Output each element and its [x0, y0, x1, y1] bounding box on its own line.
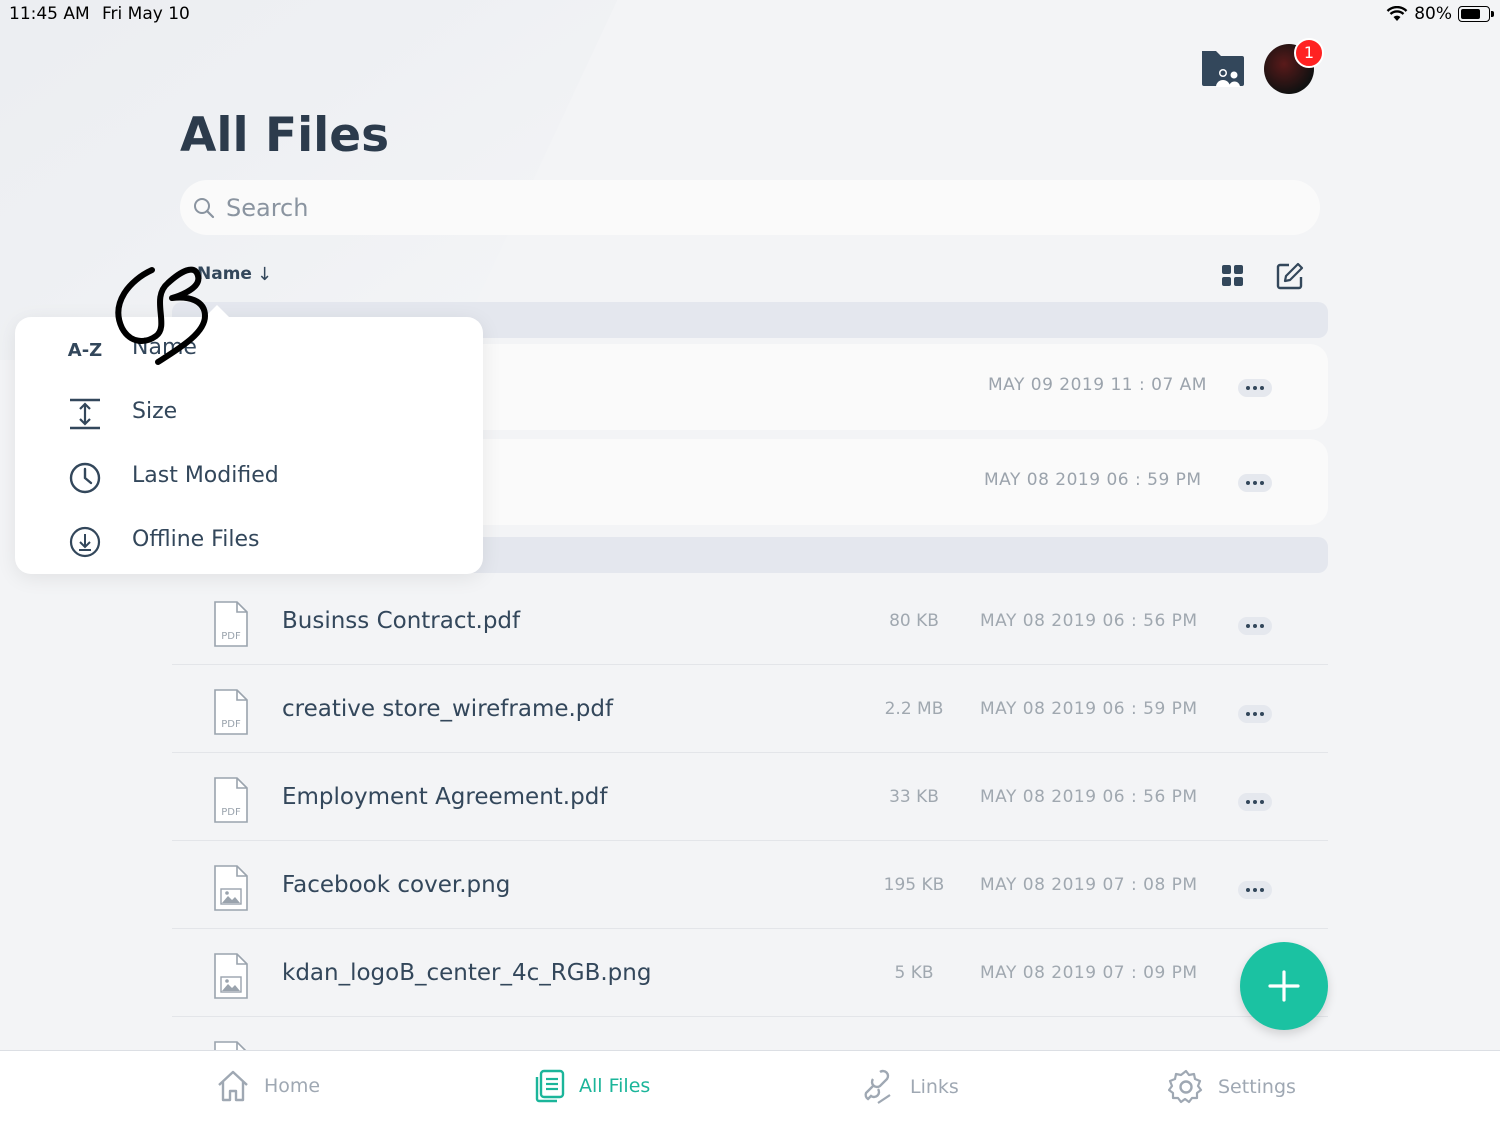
- pdf-file-icon: PDF: [214, 601, 248, 647]
- pdf-file-icon: PDF: [214, 689, 248, 735]
- folder-date: MAY 08 2019 06 : 59 PM: [984, 470, 1202, 490]
- file-name: kdan_logoB_center_4c_RGB.png: [282, 960, 652, 986]
- shared-folder-icon[interactable]: [1200, 47, 1246, 91]
- tab-all-files[interactable]: All Files: [533, 1069, 650, 1103]
- more-options-button[interactable]: [1238, 474, 1272, 492]
- download-circle-icon: [67, 525, 103, 559]
- file-name: creative store_wireframe.pdf: [282, 696, 614, 722]
- more-options-button[interactable]: [1238, 379, 1272, 397]
- home-icon: [218, 1070, 248, 1102]
- file-row[interactable]: Facebook cover.png 195 KB MAY 08 2019 07…: [172, 840, 1328, 929]
- file-size: 2.2 MB: [884, 699, 944, 719]
- battery-icon: [1458, 6, 1494, 22]
- gear-icon: [1168, 1069, 1203, 1104]
- search-bar[interactable]: [180, 180, 1320, 235]
- file-row[interactable]: PDF Employment Agreement.pdf 33 KB MAY 0…: [172, 752, 1328, 841]
- clock-icon: [67, 461, 103, 495]
- status-right: 80%: [1386, 4, 1494, 24]
- grid-view-icon[interactable]: [1222, 265, 1244, 287]
- file-name: Facebook cover.png: [282, 872, 511, 898]
- sort-option-size[interactable]: Size: [15, 381, 483, 445]
- more-options-button[interactable]: [1238, 793, 1272, 811]
- menu-item-label: Size: [132, 399, 178, 424]
- file-name: Businss Contract.pdf: [282, 608, 521, 634]
- tab-home[interactable]: Home: [216, 1069, 320, 1103]
- more-options-button[interactable]: [1238, 705, 1272, 723]
- tab-label: Settings: [1218, 1076, 1296, 1098]
- file-name: Employment Agreement.pdf: [282, 784, 608, 810]
- sort-option-last-modified[interactable]: Last Modified: [15, 445, 483, 509]
- file-date: MAY 08 2019 07 : 08 PM: [980, 875, 1198, 895]
- size-icon: [67, 397, 103, 431]
- pdf-label: PDF: [221, 807, 241, 818]
- tab-links[interactable]: Links: [864, 1069, 959, 1105]
- folder-date: MAY 09 2019 11 : 07 AM: [988, 375, 1207, 395]
- status-date: Fri May 10: [102, 4, 190, 24]
- file-size: 195 KB: [883, 875, 945, 895]
- file-date: MAY 08 2019 07 : 09 PM: [980, 963, 1198, 983]
- menu-item-label: Offline Files: [132, 527, 260, 552]
- status-bar: 11:45 AM Fri May 10 80%: [0, 0, 1500, 30]
- header-actions: 1: [1200, 38, 1324, 94]
- sort-bar: Name ↓: [180, 262, 1320, 292]
- sort-option-name[interactable]: A-Z Name: [15, 317, 483, 381]
- file-row[interactable]: PDF Businss Contract.pdf 80 KB MAY 08 20…: [172, 576, 1328, 665]
- file-size: 5 KB: [894, 963, 934, 983]
- sort-direction-icon[interactable]: ↓: [257, 264, 272, 285]
- tab-settings[interactable]: Settings: [1168, 1069, 1296, 1105]
- scribble-annotation: [115, 266, 208, 365]
- file-row[interactable]: kdan_logoB_center_4c_RGB.png 5 KB MAY 08…: [172, 928, 1328, 1017]
- search-icon: [194, 197, 215, 218]
- file-size: 33 KB: [889, 787, 939, 807]
- files-icon: [535, 1069, 565, 1103]
- pdf-label: PDF: [221, 631, 241, 642]
- sort-menu: A-Z Name Size Last Modified Offline File…: [15, 305, 483, 574]
- wifi-icon: [1386, 6, 1408, 21]
- file-row[interactable]: PDF creative store_wireframe.pdf 2.2 MB …: [172, 664, 1328, 753]
- file-size: 80 KB: [889, 611, 939, 631]
- image-file-icon: [214, 953, 248, 999]
- tab-label: Links: [910, 1076, 959, 1098]
- add-button[interactable]: [1240, 942, 1328, 1030]
- tab-label: All Files: [579, 1075, 651, 1097]
- battery-percent: 80%: [1414, 4, 1452, 24]
- file-date: MAY 08 2019 06 : 59 PM: [980, 699, 1198, 719]
- plus-icon: [1268, 970, 1300, 1002]
- sort-option-offline-files[interactable]: Offline Files: [15, 509, 483, 573]
- avatar[interactable]: 1: [1264, 38, 1324, 94]
- page-title: All Files: [180, 108, 390, 163]
- more-options-button[interactable]: [1238, 881, 1272, 899]
- az-icon: A-Z: [67, 339, 103, 361]
- file-date: MAY 08 2019 06 : 56 PM: [980, 787, 1198, 807]
- menu-item-label: Last Modified: [132, 463, 279, 488]
- pdf-label: PDF: [221, 719, 241, 730]
- search-input[interactable]: [224, 192, 1128, 223]
- tab-label: Home: [264, 1075, 321, 1097]
- links-icon: [864, 1069, 891, 1104]
- pdf-file-icon: PDF: [214, 777, 248, 823]
- image-file-icon: [214, 865, 248, 911]
- tab-bar: Home All Files Links Settings: [0, 1050, 1500, 1125]
- notification-badge: 1: [1294, 38, 1324, 68]
- status-time: 11:45 AM: [9, 4, 90, 24]
- edit-icon[interactable]: [1276, 262, 1304, 290]
- file-date: MAY 08 2019 06 : 56 PM: [980, 611, 1198, 631]
- more-options-button[interactable]: [1238, 617, 1272, 635]
